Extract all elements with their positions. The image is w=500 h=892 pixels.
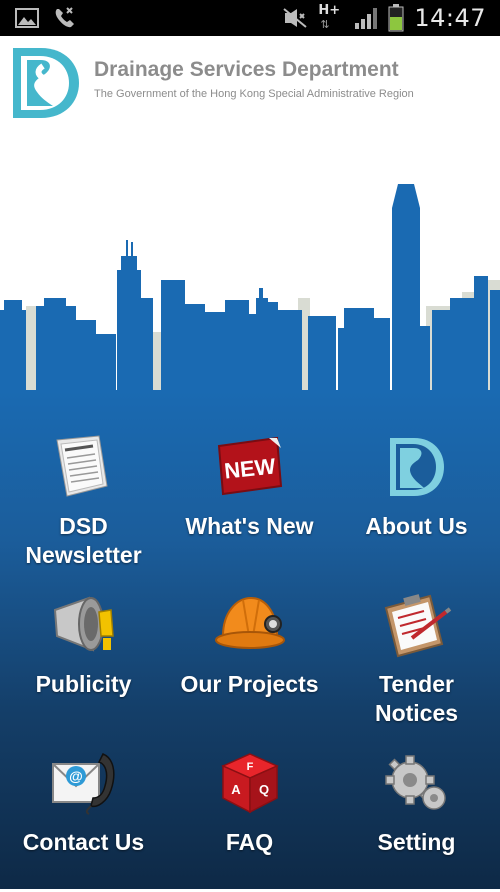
dsd-logo-icon	[389, 438, 444, 496]
svg-text:F: F	[246, 761, 253, 773]
main-menu: DSD Newsletter NEW What's New About Us P…	[0, 390, 500, 889]
menu-item-about-us[interactable]: About Us	[333, 426, 500, 576]
battery-icon	[388, 4, 404, 32]
clock: 14:47	[414, 4, 486, 32]
faq-dice-icon: F A Q	[220, 753, 279, 814]
network-type-label: H+	[318, 3, 341, 18]
clipboard-icon	[384, 594, 451, 658]
menu-label: FAQ	[225, 829, 274, 855]
menu-label: What's New	[185, 513, 314, 539]
menu-label: Our Projects	[180, 671, 319, 697]
menu-label: About Us	[365, 513, 468, 539]
missed-call-icon	[55, 7, 74, 28]
new-badge-icon: NEW	[217, 436, 282, 496]
svg-text:@: @	[69, 768, 83, 784]
menu-item-dsd-newsletter[interactable]: DSD Newsletter	[0, 426, 167, 576]
menu-item-setting[interactable]: Setting	[333, 742, 500, 892]
menu-item-whats-new[interactable]: NEW What's New	[166, 426, 333, 576]
menu-label: Contact Us	[22, 829, 145, 855]
department-subtitle: The Government of the Hong Kong Special …	[94, 88, 414, 100]
menu-label: Publicity	[35, 671, 132, 697]
menu-label: Tender Notices	[374, 671, 459, 726]
menu-item-publicity[interactable]: Publicity	[0, 584, 167, 734]
gears-icon	[384, 755, 446, 810]
hplus-data-icon: H+ ⇅	[318, 3, 341, 31]
email-phone-icon: @	[51, 753, 114, 815]
gallery-icon	[15, 8, 39, 28]
menu-label: DSD Newsletter	[25, 513, 142, 568]
signal-icon	[355, 8, 378, 29]
dsd-logo-icon	[13, 48, 79, 118]
svg-text:A: A	[231, 782, 241, 797]
app-header: Drainage Services Department The Governm…	[0, 36, 500, 136]
menu-label: Setting	[377, 829, 456, 855]
department-title: Drainage Services Department	[94, 58, 399, 81]
hard-hat-icon	[214, 596, 285, 649]
menu-item-tender-notices[interactable]: Tender Notices	[333, 584, 500, 734]
svg-text:Q: Q	[258, 782, 268, 797]
menu-item-our-projects[interactable]: Our Projects	[166, 584, 333, 734]
newspaper-icon	[55, 435, 108, 497]
menu-item-contact-us[interactable]: @ Contact Us	[0, 742, 167, 892]
mute-icon	[283, 8, 307, 28]
status-bar: H+ ⇅ 14:47	[0, 0, 500, 36]
city-skyline-illustration	[0, 184, 500, 395]
menu-item-faq[interactable]: F A Q FAQ	[166, 742, 333, 892]
megaphone-icon	[53, 596, 114, 652]
